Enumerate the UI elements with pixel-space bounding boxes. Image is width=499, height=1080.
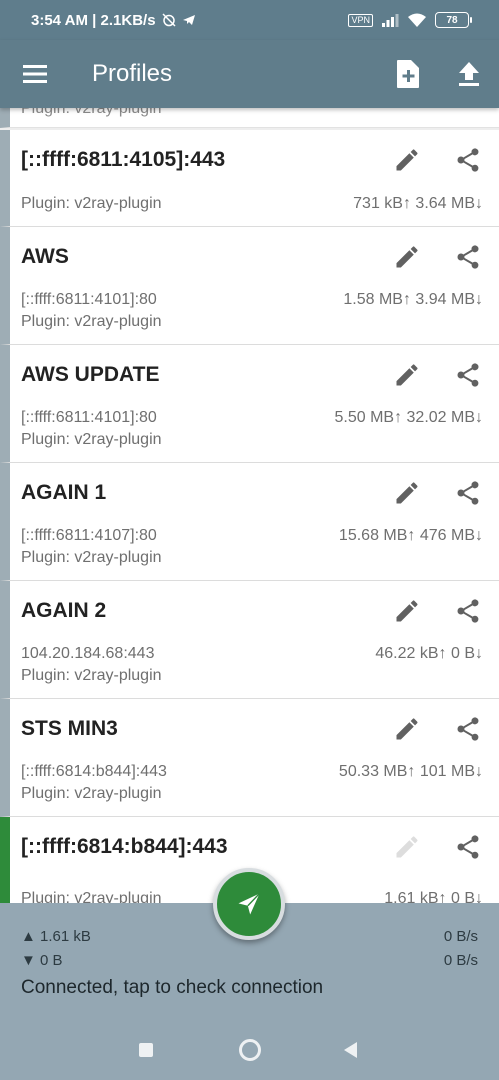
profile-plugin: Plugin: v2ray-plugin: [21, 313, 162, 330]
profile-traffic: 15.68 MB↑ 476 MB↓: [338, 527, 483, 544]
profile-card[interactable]: [::ffff:6811:4105]:443 Plugin: v2ray-plu…: [0, 130, 499, 227]
system-nav-bar: [0, 1018, 499, 1080]
share-icon[interactable]: [454, 832, 482, 862]
profile-plugin: Plugin: v2ray-plugin: [21, 195, 162, 212]
profile-plugin: Plugin: v2ray-plugin: [21, 785, 162, 802]
rx-rate: 0 B/s: [443, 952, 478, 969]
profile-traffic: 46.22 kB↑ 0 B↓: [375, 645, 483, 662]
profile-plugin: Plugin: v2ray-plugin: [21, 431, 162, 448]
profile-traffic: 1.61 kB↑ 0 B↓: [384, 890, 483, 903]
status-time: 3:54 AM | 2.1KB/s: [31, 12, 196, 29]
upload-icon[interactable]: [454, 58, 484, 90]
profile-traffic: 1.58 MB↑ 3.94 MB↓: [343, 291, 483, 308]
share-icon[interactable]: [454, 242, 482, 272]
profile-card[interactable]: STS MIN3 [::ffff:6814:b844]:443 50.33 MB…: [0, 699, 499, 817]
edit-icon: [396, 836, 418, 858]
vpn-badge: VPN: [348, 13, 373, 27]
profile-plugin: Plugin: v2ray-plugin: [21, 549, 162, 566]
profile-name: STS MIN3: [21, 717, 118, 740]
tx-rate: 0 B/s: [443, 928, 478, 945]
edit-icon[interactable]: [393, 597, 421, 625]
profile-card-partial[interactable]: Plugin: v2ray-plugin: [0, 108, 499, 128]
profile-name: AGAIN 2: [21, 599, 107, 622]
signal-icon: [382, 14, 399, 27]
profile-name: [::ffff:6811:4105]:443: [21, 148, 226, 171]
edit-icon[interactable]: [393, 715, 421, 743]
edit-icon[interactable]: [393, 479, 421, 507]
profile-address: 104.20.184.68:443: [21, 645, 155, 662]
page-title: Profiles: [92, 60, 173, 87]
profile-plugin: Plugin: v2ray-plugin: [21, 108, 162, 117]
profile-address: [::ffff:6811:4101]:80: [21, 291, 157, 308]
network-speed: 2.1KB/s: [100, 12, 156, 29]
profile-list[interactable]: Plugin: v2ray-plugin [::ffff:6811:4105]:…: [0, 108, 499, 903]
profile-traffic: 5.50 MB↑ 32.02 MB↓: [334, 409, 483, 426]
profile-card[interactable]: AWS [::ffff:6811:4101]:80 1.58 MB↑ 3.94 …: [0, 227, 499, 345]
tx-total: ▲ 1.61 kB: [21, 928, 91, 945]
status-icons: VPN 78: [348, 12, 472, 28]
profile-card[interactable]: AGAIN 2 104.20.184.68:443 46.22 kB↑ 0 B↓…: [0, 581, 499, 699]
profile-plugin: Plugin: v2ray-plugin: [21, 667, 162, 684]
status-bar: 3:54 AM | 2.1KB/s VPN 78: [0, 0, 499, 40]
back-icon[interactable]: [344, 1042, 357, 1058]
profile-name: AGAIN 1: [21, 481, 107, 504]
share-icon[interactable]: [454, 596, 482, 626]
edit-icon[interactable]: [393, 146, 421, 174]
edit-icon[interactable]: [393, 361, 421, 389]
alarm-off-icon: [162, 13, 176, 27]
profile-plugin: Plugin: v2ray-plugin: [21, 890, 162, 903]
rx-total: ▼ 0 B: [21, 952, 63, 969]
profile-traffic: 731 kB↑ 3.64 MB↓: [353, 195, 483, 212]
share-icon[interactable]: [454, 145, 482, 175]
edit-icon[interactable]: [393, 243, 421, 271]
share-icon[interactable]: [454, 714, 482, 744]
paper-plane-icon: [238, 893, 261, 915]
profile-card[interactable]: AWS UPDATE [::ffff:6811:4101]:80 5.50 MB…: [0, 345, 499, 463]
profile-address: [::ffff:6811:4101]:80: [21, 409, 157, 426]
home-icon[interactable]: [239, 1039, 261, 1061]
share-icon[interactable]: [454, 360, 482, 390]
profile-card[interactable]: AGAIN 1 [::ffff:6811:4107]:80 15.68 MB↑ …: [0, 463, 499, 581]
telegram-icon: [182, 15, 195, 25]
profile-address: [::ffff:6811:4107]:80: [21, 527, 157, 544]
wifi-icon: [408, 13, 426, 27]
hamburger-menu-icon[interactable]: [22, 62, 48, 86]
share-icon[interactable]: [454, 478, 482, 508]
battery-indicator: 78: [435, 12, 472, 28]
profile-traffic: 50.33 MB↑ 101 MB↓: [338, 763, 483, 780]
profile-name: AWS: [21, 245, 69, 268]
connection-status[interactable]: Connected, tap to check connection: [21, 977, 323, 999]
clock: 3:54 AM: [31, 12, 88, 29]
app-toolbar: Profiles: [0, 40, 499, 108]
file-add-icon[interactable]: [392, 58, 424, 90]
profile-name: [::ffff:6814:b844]:443: [21, 835, 228, 858]
profile-address: [::ffff:6814:b844]:443: [21, 763, 167, 780]
profile-name: AWS UPDATE: [21, 363, 160, 386]
recent-apps-icon[interactable]: [139, 1043, 153, 1057]
connect-fab[interactable]: [213, 868, 285, 940]
